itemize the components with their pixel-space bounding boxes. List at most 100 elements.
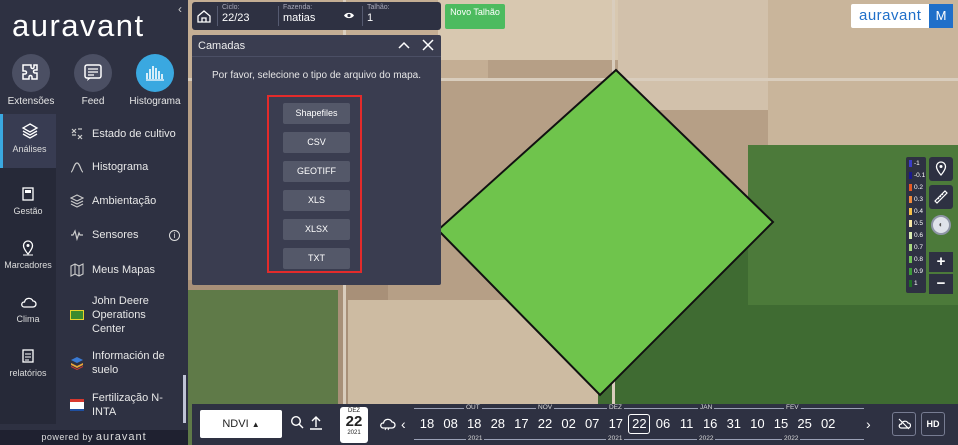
powered-prefix: powered by [41, 432, 93, 442]
ciclo-selector[interactable]: Ciclo: 22/23 [222, 4, 250, 24]
caret-up-icon: ▲ [251, 420, 260, 429]
file-type-group: Shapefiles CSV GEOTIFF XLS XLSX TXT [267, 95, 362, 273]
timeline-day[interactable]: 10 [746, 416, 768, 431]
timeline-day[interactable]: 06 [652, 416, 674, 431]
puzzle-icon [12, 54, 50, 92]
txt-button[interactable]: TXT [283, 248, 350, 269]
ciclo-value: 22/23 [222, 12, 250, 24]
histogram-button[interactable]: Histograma [124, 54, 186, 107]
menu-item-label: Histograma [92, 161, 149, 173]
separator [217, 6, 218, 26]
ruler-button[interactable] [929, 185, 953, 209]
selected-date[interactable]: DEZ 22 2021 [340, 407, 368, 443]
ruler-icon [934, 190, 948, 204]
timeline-day[interactable]: 17 [510, 416, 532, 431]
timeline-day[interactable]: 18 [463, 416, 485, 431]
legend-entry: 0.2 [909, 184, 926, 194]
timeline-day[interactable]: 17 [605, 416, 627, 431]
timeline-prev-icon[interactable]: ‹ [401, 416, 406, 432]
layer-select-value: NDVI [222, 418, 249, 430]
timeline-year: 2021 [466, 435, 485, 442]
location-pin-icon [935, 161, 947, 176]
legend-label: 0.4 [914, 208, 924, 216]
legend-label: 0.8 [914, 256, 924, 264]
novo-talhao-button[interactable]: Novo Talhão [445, 4, 505, 29]
menu-item-meus-mapas[interactable]: Meus Mapas [58, 262, 186, 278]
rail-item-marcadores[interactable]: Marcadores [0, 232, 56, 276]
talhao-value: 1 [367, 12, 374, 24]
fazenda-caption: Fazenda: [283, 4, 313, 11]
sidebar: auravant ‹ Extensões Feed Histograma Aná… [0, 0, 188, 445]
menu-item-estado-de-cultivo[interactable]: Estado de cultivo [58, 126, 186, 142]
timeline-day[interactable]: 22 [628, 414, 651, 434]
timeline-day[interactable]: 22 [534, 416, 556, 431]
user-avatar[interactable]: M [929, 4, 953, 28]
timeline-day[interactable]: 31 [723, 416, 745, 431]
extensions-button[interactable]: Extensões [0, 54, 62, 107]
zoom-out-button[interactable]: − [929, 274, 953, 294]
sidebar-scrollbar[interactable] [183, 375, 186, 423]
compass-icon[interactable]: ◐ [931, 215, 951, 235]
cloud-filter-icon[interactable] [378, 417, 396, 431]
fazenda-selector[interactable]: Fazenda: matias [283, 4, 315, 24]
talhao-caption: Talhão: [367, 4, 390, 11]
menu-item-label: Fertilização N-INTA [92, 392, 163, 418]
rail-item-relatorios[interactable]: relatórios [0, 340, 56, 384]
feed-icon [74, 54, 112, 92]
info-icon[interactable]: i [169, 229, 180, 241]
timeline-day[interactable]: 07 [581, 416, 603, 431]
menu-item-ambientacao[interactable]: Ambientação [58, 193, 186, 209]
crop-state-icon [66, 127, 88, 141]
collapse-sidebar-icon[interactable]: ‹ [178, 2, 182, 16]
fazenda-value: matias [283, 12, 316, 24]
menu-item-label: Meus Mapas [92, 264, 155, 276]
csv-button[interactable]: CSV [283, 132, 350, 153]
legend-label: 0.2 [914, 184, 924, 192]
timeline-day[interactable]: 28 [487, 416, 509, 431]
menu-item-john-deere[interactable]: John Deere Operations Center [58, 294, 186, 336]
talhao-selector[interactable]: Talhão: 1 [367, 4, 390, 24]
menu-item-sensores[interactable]: Sensores i [58, 227, 186, 243]
feed-button[interactable]: Feed [62, 54, 124, 107]
upload-icon[interactable] [309, 415, 323, 430]
menu-item-label: Información de suelo [92, 350, 165, 376]
geotiff-button[interactable]: GEOTIFF [283, 161, 350, 182]
eye-icon[interactable] [343, 11, 355, 20]
layers-dialog: Camadas Por favor, selecione o tipo de a… [192, 35, 441, 285]
timeline-day[interactable]: 25 [794, 416, 816, 431]
legend-swatch [909, 220, 912, 227]
legend-swatch [909, 256, 912, 263]
rail-item-gestao[interactable]: Gestão [0, 178, 56, 222]
zoom-in-button[interactable]: + [929, 252, 953, 272]
extensions-label: Extensões [7, 96, 55, 107]
hd-toggle-button[interactable]: HD [921, 412, 945, 436]
timeline-next-icon[interactable]: › [866, 416, 871, 432]
home-icon[interactable] [195, 7, 213, 25]
menu-item-informacion-de-suelo[interactable]: Información de suelo [58, 348, 186, 378]
menu-item-fertilizacao-n-inta[interactable]: Fertilização N-INTA [58, 390, 186, 420]
close-icon[interactable] [421, 38, 435, 52]
rail-item-analises[interactable]: Análises [0, 114, 56, 168]
location-pin-button[interactable] [929, 157, 953, 181]
cloud-toggle-button[interactable] [892, 412, 916, 436]
timeline-day[interactable]: 02 [558, 416, 580, 431]
legend-swatch [909, 268, 912, 275]
xlsx-button[interactable]: XLSX [283, 219, 350, 240]
shapefiles-button[interactable]: Shapefiles [283, 103, 350, 124]
legend-swatch [909, 172, 912, 179]
timeline-day[interactable]: 08 [440, 416, 462, 431]
xls-button[interactable]: XLS [283, 190, 350, 211]
search-icon[interactable] [290, 415, 304, 429]
timeline-day[interactable]: 16 [699, 416, 721, 431]
timeline-day[interactable]: 11 [676, 416, 698, 431]
rail-item-clima[interactable]: Clima [0, 286, 56, 330]
timeline-day[interactable]: 02 [817, 416, 839, 431]
layer-select[interactable]: NDVI ▲ [200, 410, 282, 438]
timeline-day[interactable]: 15 [770, 416, 792, 431]
sensor-wave-icon [66, 228, 88, 242]
timeline-day[interactable]: 18 [416, 416, 438, 431]
legend-label: 0.6 [914, 232, 924, 240]
chevron-up-icon[interactable] [397, 38, 411, 52]
stack-icon [66, 194, 88, 208]
menu-item-histograma[interactable]: Histograma [58, 159, 186, 175]
